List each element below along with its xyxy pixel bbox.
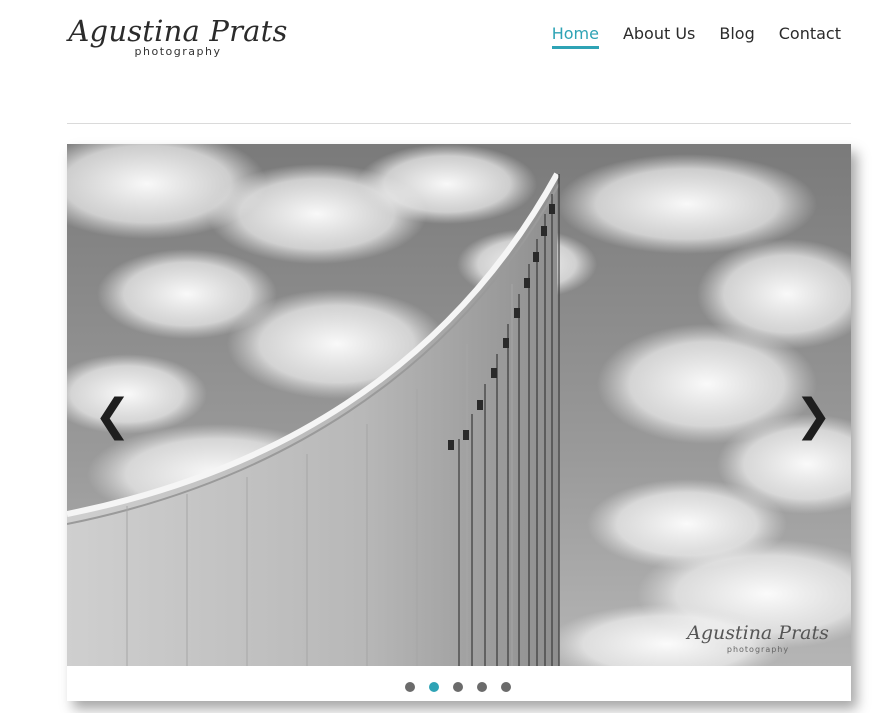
header-divider — [67, 123, 851, 124]
logo-tagline: photography — [134, 45, 222, 58]
slide-image — [67, 144, 851, 666]
site-logo[interactable]: Agustina Prats photography — [67, 14, 289, 64]
nav-about-us[interactable]: About Us — [623, 24, 695, 49]
slide-dot-2[interactable] — [429, 682, 439, 692]
main-nav: Home About Us Blog Contact — [551, 24, 841, 49]
logo-name: Agustina Prats — [68, 14, 288, 48]
nav-home[interactable]: Home — [551, 24, 600, 49]
slide-dot-4[interactable] — [477, 682, 487, 692]
slide-dot-3[interactable] — [453, 682, 463, 692]
nav-blog[interactable]: Blog — [719, 24, 754, 49]
slide-dot-5[interactable] — [501, 682, 511, 692]
nav-contact[interactable]: Contact — [779, 24, 841, 49]
slide-dot-1[interactable] — [405, 682, 415, 692]
photo-watermark: Agustina Prats photography — [682, 622, 834, 658]
watermark-tagline: photography — [726, 645, 790, 654]
watermark-name: Agustina Prats — [687, 622, 829, 644]
slider-next-arrow[interactable]: ❯ — [795, 394, 832, 438]
slider-pagination — [405, 682, 511, 692]
slider-prev-arrow[interactable]: ❮ — [94, 394, 131, 438]
